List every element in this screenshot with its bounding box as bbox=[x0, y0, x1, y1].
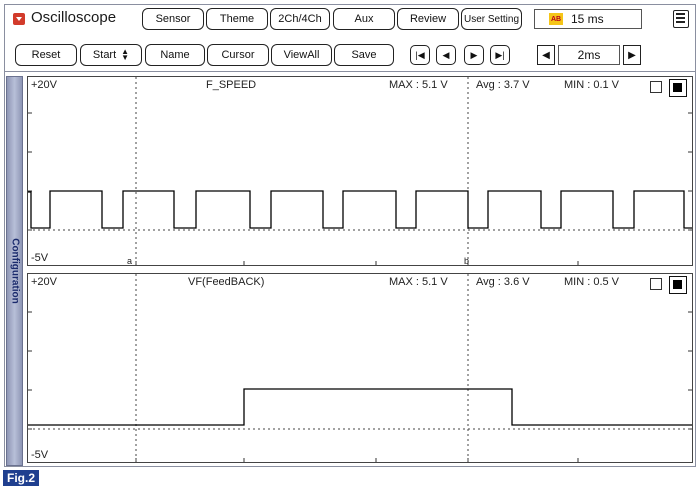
ch1-bottom-range: -5V bbox=[31, 252, 49, 264]
go-first-icon[interactable]: |◀ bbox=[410, 45, 430, 65]
cursor-a-label[interactable]: a bbox=[127, 256, 132, 266]
ch2-top-range: +20V bbox=[31, 276, 57, 288]
vf-feedback-trace bbox=[28, 388, 692, 426]
ch2-maximize-icon[interactable] bbox=[669, 276, 687, 294]
ch1-top-range: +20V bbox=[31, 79, 57, 91]
time-div-decrease-icon[interactable]: ◀ bbox=[537, 45, 555, 65]
app-title: Oscilloscope bbox=[31, 9, 117, 26]
time-div-increase-icon[interactable]: ▶ bbox=[623, 45, 641, 65]
channel-1-panel: +20V -5V F_SPEED MAX : 5.1 V Avg : 3.7 V… bbox=[27, 76, 693, 266]
sample-time-icon: AB bbox=[549, 13, 563, 25]
ch1-max: MAX : 5.1 V bbox=[389, 79, 448, 91]
figure-label: Fig.2 bbox=[3, 470, 40, 486]
app-menu-icon[interactable] bbox=[13, 13, 25, 25]
tab-aux[interactable]: Aux bbox=[333, 8, 395, 30]
ch2-min: MIN : 0.5 V bbox=[564, 276, 620, 288]
step-forward-icon[interactable]: ▶ bbox=[464, 45, 484, 65]
configuration-label: Configuration bbox=[9, 238, 20, 304]
time-div-display: 2ms bbox=[558, 45, 620, 65]
ch1-avg: Avg : 3.7 V bbox=[476, 79, 530, 91]
updown-icon: ▲ ▼ bbox=[121, 47, 130, 62]
configuration-side-tab[interactable]: Configuration bbox=[6, 76, 23, 466]
save-button[interactable]: Save bbox=[334, 44, 394, 66]
tab-sensor[interactable]: Sensor bbox=[142, 8, 204, 30]
ch2-max: MAX : 5.1 V bbox=[389, 276, 448, 288]
tab-review[interactable]: Review bbox=[397, 8, 459, 30]
name-button[interactable]: Name bbox=[145, 44, 205, 66]
cursor-button[interactable]: Cursor bbox=[207, 44, 269, 66]
go-last-icon[interactable]: ▶| bbox=[490, 45, 510, 65]
channel-2-panel: +20V -5V VF(FeedBACK) MAX : 5.1 V Avg : … bbox=[27, 273, 693, 463]
ch1-maximize-icon[interactable] bbox=[669, 79, 687, 97]
ch1-checkbox[interactable] bbox=[650, 81, 662, 93]
ch1-name: F_SPEED bbox=[206, 79, 257, 91]
ch2-name: VF(FeedBACK) bbox=[188, 276, 265, 288]
sample-time-value: 15 ms bbox=[571, 12, 604, 26]
channel-2-plot bbox=[28, 274, 692, 462]
step-back-icon[interactable]: ◀ bbox=[436, 45, 456, 65]
ch1-min: MIN : 0.1 V bbox=[564, 79, 620, 91]
toolbar-divider bbox=[4, 71, 696, 72]
start-label: Start bbox=[92, 49, 117, 61]
start-select[interactable]: Start ▲ ▼ bbox=[80, 44, 142, 66]
tab-2ch-4ch[interactable]: 2Ch/4Ch bbox=[270, 8, 330, 30]
viewall-button[interactable]: ViewAll bbox=[271, 44, 332, 66]
reset-button[interactable]: Reset bbox=[15, 44, 77, 66]
ch2-checkbox[interactable] bbox=[650, 278, 662, 290]
ch2-avg: Avg : 3.6 V bbox=[476, 276, 530, 288]
cursor-b-label[interactable]: b bbox=[464, 256, 469, 266]
f-speed-trace bbox=[28, 190, 692, 229]
tab-theme[interactable]: Theme bbox=[206, 8, 268, 30]
ch2-bottom-range: -5V bbox=[31, 449, 49, 461]
channel-1-plot bbox=[28, 77, 692, 265]
tab-user-setting[interactable]: User Setting bbox=[461, 8, 522, 30]
hamburger-menu-icon[interactable] bbox=[673, 10, 689, 28]
sample-time-display: AB 15 ms bbox=[534, 9, 642, 29]
